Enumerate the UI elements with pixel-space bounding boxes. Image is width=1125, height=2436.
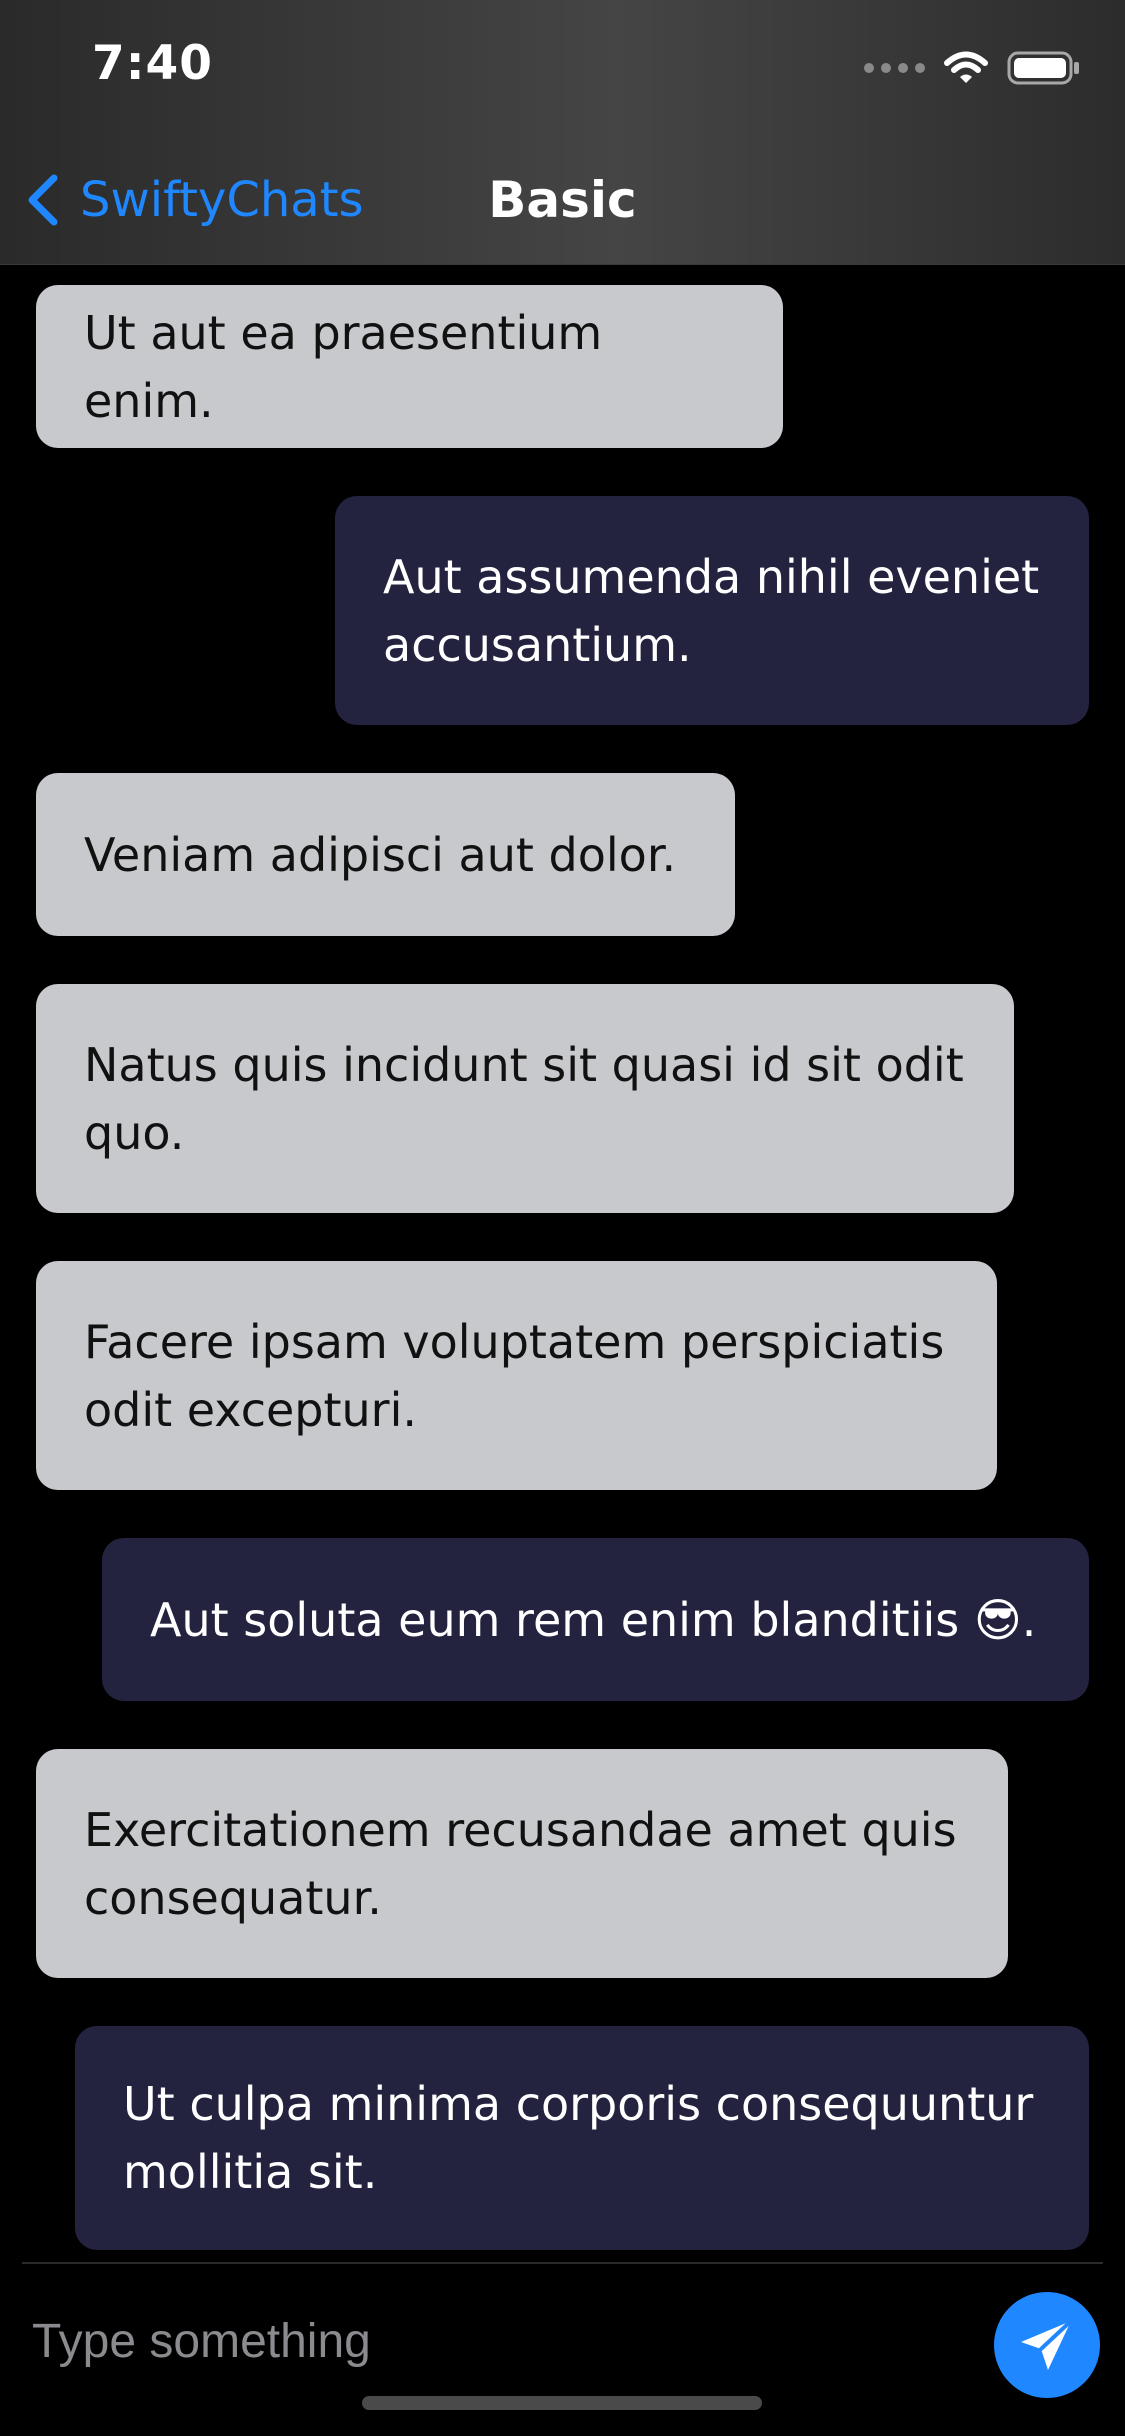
send-button[interactable]: [994, 2292, 1100, 2398]
outgoing-message-bubble[interactable]: Ut culpa minima corporis consequuntur mo…: [75, 2026, 1089, 2250]
message-input[interactable]: [30, 2300, 974, 2382]
message-text: Aut assumenda nihil eveniet accusantium.: [383, 549, 1040, 672]
status-icons: [864, 48, 1081, 88]
message-text: Veniam adipisci aut dolor.: [84, 827, 677, 882]
status-time: 7:40: [92, 36, 213, 91]
incoming-message-bubble[interactable]: Facere ipsam voluptatem perspiciatis odi…: [36, 1261, 997, 1490]
signal-dots-icon: [864, 63, 925, 73]
outgoing-message-bubble[interactable]: Aut assumenda nihil eveniet accusantium.: [335, 496, 1089, 725]
battery-icon: [1007, 51, 1079, 85]
chat-screen: 7:40 SwiftyChats Basic Ut aut ea praesen…: [0, 0, 1125, 2436]
message-text: Ut culpa minima corporis consequuntur mo…: [123, 2077, 1034, 2199]
incoming-message-bubble[interactable]: Veniam adipisci aut dolor.: [36, 773, 735, 936]
incoming-message-bubble[interactable]: Exercitationem recusandae amet quis cons…: [36, 1749, 1008, 1978]
home-indicator: [362, 2396, 762, 2410]
message-text: Natus quis incidunt sit quasi id sit odi…: [84, 1037, 964, 1160]
navigation-bar: 7:40 SwiftyChats Basic: [0, 0, 1125, 265]
incoming-message-bubble[interactable]: Ut aut ea praesentium enim.: [36, 285, 783, 448]
wifi-icon: [944, 51, 988, 83]
message-text: Ut aut ea praesentium enim.: [84, 305, 603, 428]
paper-plane-icon: [1021, 2319, 1073, 2370]
incoming-message-bubble[interactable]: Natus quis incidunt sit quasi id sit odi…: [36, 984, 1014, 1213]
page-title: Basic: [488, 171, 637, 229]
message-text: Exercitationem recusandae amet quis cons…: [84, 1802, 957, 1925]
message-list[interactable]: Ut aut ea praesentium enim. Aut assumend…: [0, 264, 1125, 2250]
message-text: Facere ipsam voluptatem perspiciatis odi…: [84, 1314, 945, 1437]
composer-divider: [22, 2262, 1103, 2264]
message-text: Aut soluta eum rem enim blanditiis 😎.: [150, 1592, 1037, 1647]
outgoing-message-bubble[interactable]: Aut soluta eum rem enim blanditiis 😎.: [102, 1538, 1089, 1701]
